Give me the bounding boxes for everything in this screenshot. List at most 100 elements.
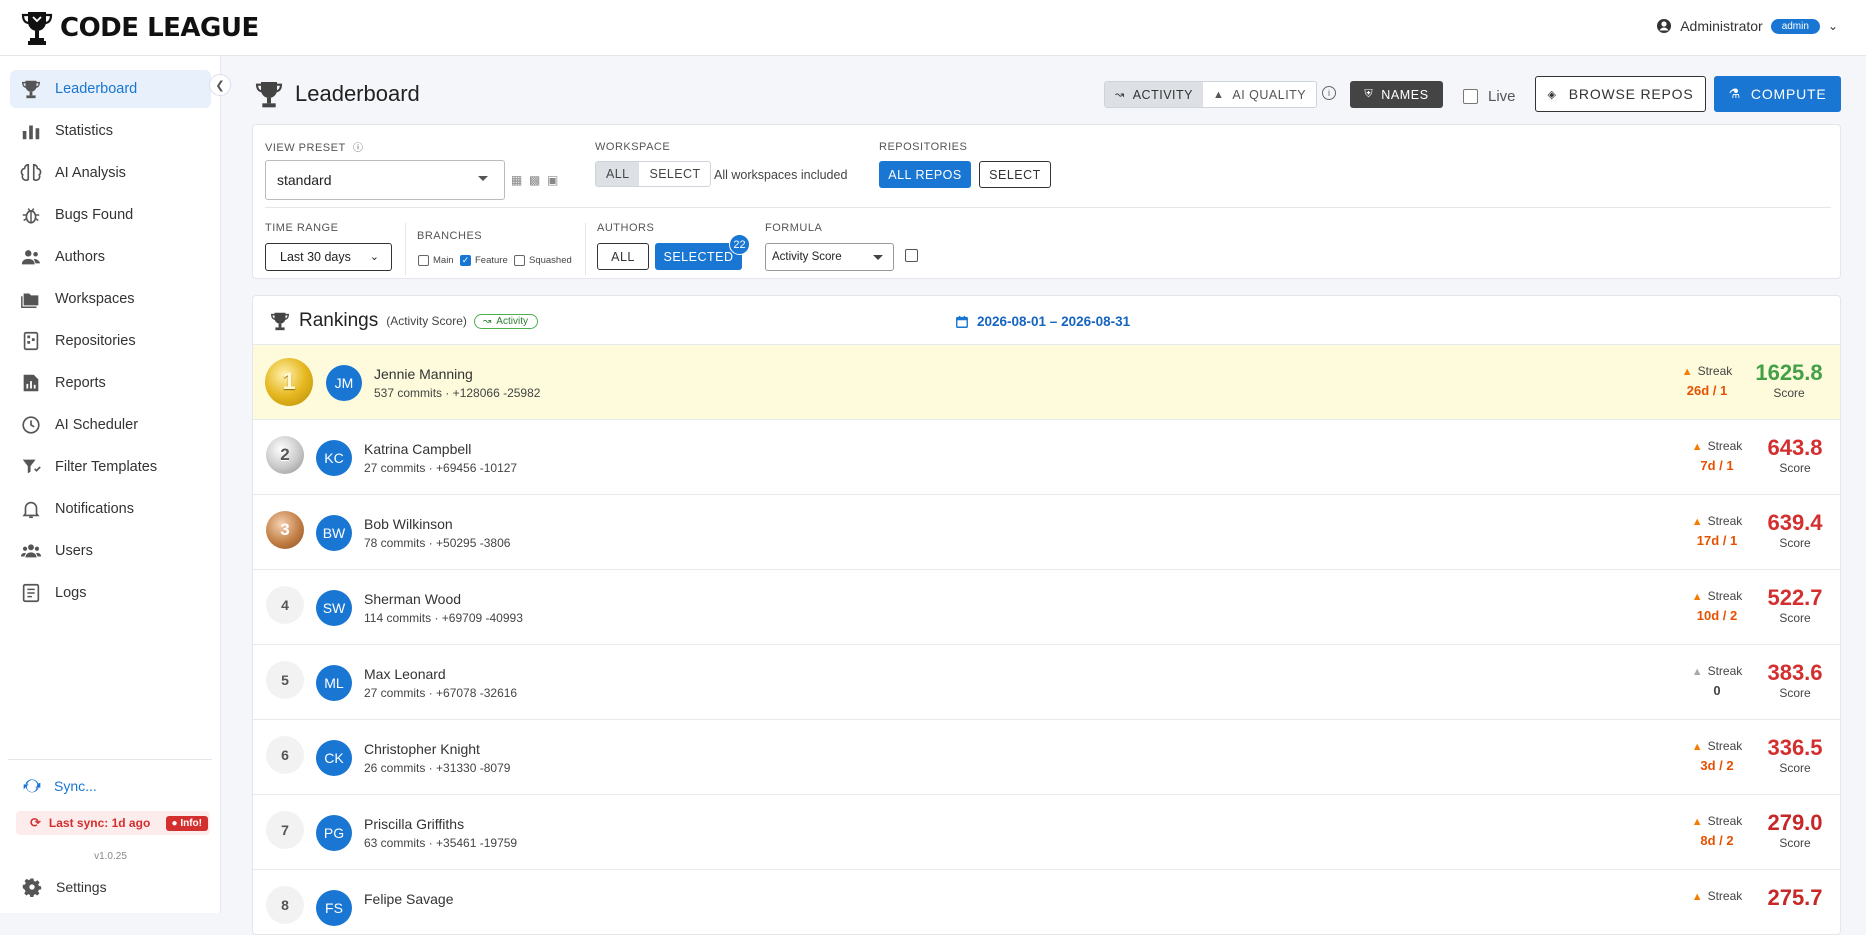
time-range-value: Last 30 days: [280, 250, 351, 264]
table-row[interactable]: 5 ML Max Leonard 27 commits · +67078 -32…: [253, 644, 1840, 719]
branch-feature-checkbox[interactable]: ✓ Feature: [460, 255, 508, 266]
account-icon: [1657, 19, 1672, 33]
filter-icon: [22, 459, 41, 474]
delete-icon[interactable]: ▣: [547, 173, 558, 187]
authors-count-badge: 22: [729, 234, 750, 255]
open-external-icon[interactable]: [905, 249, 918, 262]
streak: ▲ Streak 0: [1687, 664, 1747, 698]
author-stats: 26 commits · +31330 -8079: [364, 761, 511, 775]
mode-ai-quality-button[interactable]: ▲ AI QUALITY: [1203, 82, 1316, 107]
streak: ▲ Streak 10d / 2: [1687, 589, 1747, 623]
score-label: Score: [1779, 836, 1811, 850]
save-icon[interactable]: ▦: [511, 173, 522, 187]
streak-value: 7d / 1: [1700, 458, 1734, 473]
sidebar-item-authors[interactable]: Authors: [10, 238, 211, 276]
names-toggle-button[interactable]: ⛨ NAMES: [1350, 81, 1443, 108]
date-range[interactable]: 2026-08-01 – 2026-08-31: [955, 314, 1130, 329]
score: 279.0 Score: [1755, 810, 1835, 850]
sidebar-item-ai-scheduler[interactable]: AI Scheduler: [10, 406, 211, 444]
streak: ▲ Streak 3d / 2: [1687, 739, 1747, 773]
repos-select-button[interactable]: SELECT: [979, 161, 1051, 188]
sidebar-item-reports[interactable]: Reports: [10, 364, 211, 402]
all-repos-button[interactable]: ALL REPOS: [879, 161, 971, 188]
table-row[interactable]: 3 BW Bob Wilkinson 78 commits · +50295 -…: [253, 494, 1840, 569]
chevron-down-icon[interactable]: ⌄: [1828, 19, 1838, 33]
workspace-select-button[interactable]: SELECT: [639, 162, 710, 186]
score: 522.7 Score: [1755, 585, 1835, 625]
author-name: Christopher Knight: [364, 741, 480, 757]
sidebar-item-repositories[interactable]: Repositories: [10, 322, 211, 360]
save-as-icon[interactable]: ▩: [529, 173, 540, 187]
rank-badge: 5: [266, 661, 304, 699]
branches-label: BRANCHES: [417, 230, 483, 242]
chart-line-icon: ↝: [482, 315, 492, 327]
bell-icon: [22, 501, 40, 519]
time-range-select[interactable]: Last 30 days ⌄: [265, 243, 392, 271]
sync-error-icon: ⟳: [30, 815, 41, 830]
sync-button[interactable]: Sync...: [22, 776, 97, 796]
table-row[interactable]: 8 FS Felipe Savage ▲ Streak 275.7: [253, 869, 1840, 934]
filter-separator: [405, 223, 406, 275]
score: 275.7: [1755, 885, 1835, 911]
avatar: SW: [316, 590, 352, 626]
checkbox-icon[interactable]: [418, 255, 429, 266]
info-icon[interactable]: i: [1322, 86, 1336, 100]
date-range-text: 2026-08-01 – 2026-08-31: [977, 314, 1131, 329]
checkbox-checked-icon[interactable]: ✓: [460, 255, 471, 266]
workspace-all-button[interactable]: ALL: [596, 162, 640, 186]
collapse-sidebar-button[interactable]: ❮: [209, 74, 231, 96]
table-row[interactable]: 6 CK Christopher Knight 26 commits · +31…: [253, 719, 1840, 794]
score-value: 383.6: [1767, 660, 1823, 685]
sidebar-item-ai-analysis[interactable]: AI Analysis: [10, 154, 211, 192]
app-logo[interactable]: CODE LEAGUE: [20, 8, 259, 48]
folders-icon: [21, 293, 39, 308]
branch-squashed-checkbox[interactable]: Squashed: [514, 255, 572, 266]
bug-icon: [22, 208, 40, 224]
branch-main-checkbox[interactable]: Main: [418, 255, 454, 266]
compute-button[interactable]: ⚗ COMPUTE: [1714, 76, 1841, 112]
live-checkbox-box[interactable]: [1463, 89, 1478, 104]
sidebar-item-bugs-found[interactable]: Bugs Found: [10, 196, 211, 234]
sidebar-item-label: Bugs Found: [55, 207, 134, 223]
view-preset-select[interactable]: standard: [265, 160, 505, 200]
author-name: Sherman Wood: [364, 591, 462, 607]
table-row[interactable]: 7 PG Priscilla Griffiths 63 commits · +3…: [253, 794, 1840, 869]
formula-select[interactable]: Activity Score: [765, 243, 894, 271]
table-row[interactable]: 4 SW Sherman Wood 114 commits · +69709 -…: [253, 569, 1840, 644]
user-menu[interactable]: Administrator admin ⌄: [1656, 18, 1838, 34]
authors-all-button[interactable]: ALL: [597, 243, 649, 270]
table-row[interactable]: 1 JM Jennie Manning 537 commits · +12806…: [253, 344, 1840, 419]
sidebar-item-statistics[interactable]: Statistics: [10, 112, 211, 150]
rank-number: 1: [282, 368, 296, 395]
sidebar-item-users[interactable]: Users: [10, 532, 211, 570]
top-bar: CODE LEAGUE Administrator admin ⌄: [0, 0, 1866, 56]
settings-button[interactable]: Settings: [22, 877, 107, 897]
sidebar-item-label: Notifications: [55, 501, 134, 517]
live-checkbox[interactable]: Live: [1463, 88, 1516, 105]
live-label: Live: [1488, 88, 1516, 105]
avatar: FS: [316, 890, 352, 926]
mode-activity-button[interactable]: ↝ ACTIVITY: [1105, 82, 1203, 107]
browse-repos-button[interactable]: ◈ BROWSE REPOS: [1535, 76, 1706, 112]
sync-icon: [23, 779, 41, 793]
author-stats: 537 commits · +128066 -25982: [374, 386, 541, 400]
sidebar-item-notifications[interactable]: Notifications: [10, 490, 211, 528]
report-icon: [23, 374, 39, 392]
sidebar-item-filter-templates[interactable]: Filter Templates: [10, 448, 211, 486]
sidebar-item-logs[interactable]: Logs: [10, 574, 211, 612]
streak-value: 3d / 2: [1700, 758, 1734, 773]
streak: ▲ Streak: [1691, 889, 1743, 903]
avatar: JM: [326, 365, 362, 401]
author-name: Katrina Campbell: [364, 441, 472, 457]
sidebar-item-leaderboard[interactable]: Leaderboard: [10, 70, 211, 108]
sidebar-item-label: AI Analysis: [55, 165, 126, 181]
view-preset-label: VIEW PRESET ⓘ: [265, 142, 364, 154]
sidebar-item-workspaces[interactable]: Workspaces: [10, 280, 211, 318]
rankings-header: Rankings (Activity Score) ↝ Activity: [269, 310, 538, 332]
score-value: 1625.8: [1755, 360, 1823, 385]
info-icon[interactable]: ⓘ: [353, 143, 364, 154]
table-row[interactable]: 2 KC Katrina Campbell 27 commits · +6945…: [253, 419, 1840, 494]
checkbox-icon[interactable]: [514, 255, 525, 266]
info-badge[interactable]: ● Info!: [165, 815, 208, 831]
workspace-toggle: ALL SELECT: [595, 161, 712, 187]
